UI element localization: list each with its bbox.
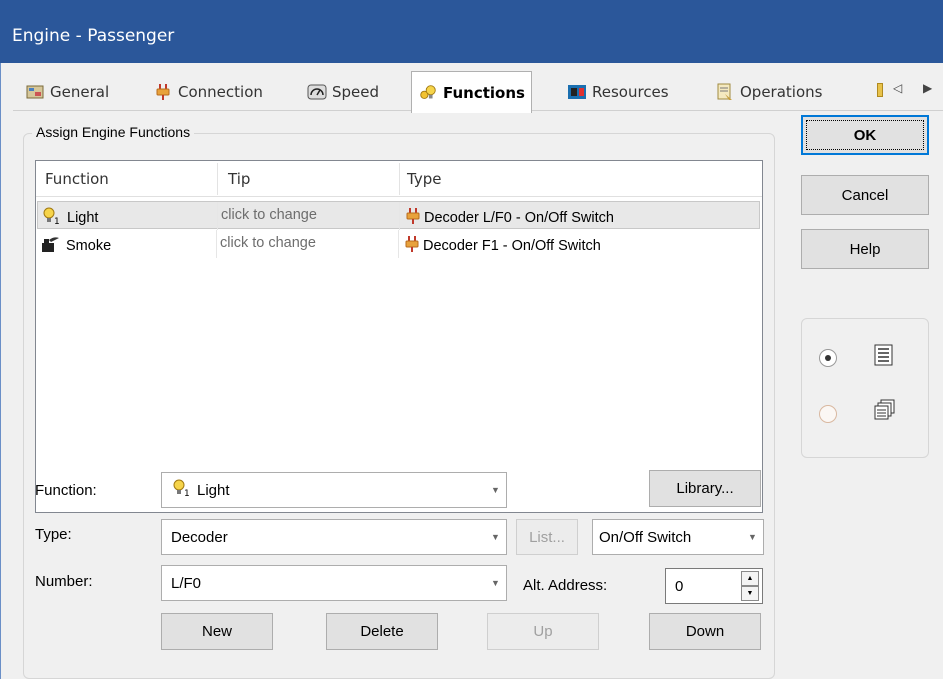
functions-list[interactable]: Function Tip Type 1 Light click to chang… bbox=[35, 160, 763, 513]
function-combobox-value: 1 Light bbox=[162, 479, 484, 501]
tab-scroll-right-icon[interactable]: ▶ bbox=[923, 81, 932, 95]
chevron-down-icon[interactable]: ▼ bbox=[484, 566, 506, 600]
view-detail-radio[interactable] bbox=[819, 405, 837, 423]
tab-speed[interactable]: Speed bbox=[307, 74, 379, 110]
spin-up-icon[interactable]: ▲ bbox=[741, 571, 759, 586]
list-header: Function Tip Type bbox=[36, 161, 762, 197]
type-cell: Decoder F1 - On/Off Switch bbox=[405, 235, 601, 257]
tab-scroll-left-icon[interactable]: ◁ bbox=[893, 81, 902, 95]
group-legend: Assign Engine Functions bbox=[32, 124, 195, 140]
function-cell: 1 Light bbox=[41, 207, 98, 229]
number-combobox[interactable]: L/F0 ▼ bbox=[161, 565, 507, 601]
cell-divider bbox=[398, 230, 399, 258]
light-bulb-icon: 1 bbox=[171, 479, 193, 501]
window-title: Engine - Passenger bbox=[12, 26, 175, 46]
type-combobox[interactable]: Decoder ▼ bbox=[161, 519, 507, 555]
plug-icon bbox=[405, 235, 419, 257]
column-header-tip[interactable]: Tip bbox=[228, 170, 250, 188]
speedometer-icon bbox=[307, 82, 327, 102]
tab-general[interactable]: General bbox=[25, 74, 109, 110]
up-button[interactable]: Up bbox=[487, 613, 599, 650]
cell-divider bbox=[217, 202, 218, 230]
plug-icon bbox=[406, 207, 420, 229]
cell-divider bbox=[399, 202, 400, 230]
type-combobox-value: Decoder bbox=[171, 528, 228, 546]
view-list-radio[interactable] bbox=[819, 349, 837, 367]
tip-cell[interactable]: click to change bbox=[220, 235, 316, 251]
new-button[interactable]: New bbox=[161, 613, 273, 650]
switch-mode-combobox[interactable]: On/Off Switch ▼ bbox=[592, 519, 764, 555]
partial-tab-icon bbox=[877, 83, 883, 97]
light-bulb-icon: 1 bbox=[41, 207, 63, 229]
list-item[interactable]: 1 Light click to change Decoder L/F0 - O… bbox=[37, 201, 760, 230]
smokestack-icon bbox=[40, 235, 62, 257]
list-view-icon bbox=[874, 344, 894, 370]
chevron-down-icon[interactable]: ▼ bbox=[741, 520, 763, 554]
number-combobox-value: L/F0 bbox=[171, 574, 202, 592]
dialog-window: General Connection Speed Functions Resou… bbox=[0, 63, 943, 679]
tab-strip: General Connection Speed Functions Resou… bbox=[13, 71, 943, 113]
svg-text:1: 1 bbox=[184, 489, 190, 497]
lightbulb-icon bbox=[418, 83, 438, 103]
column-header-function[interactable]: Function bbox=[45, 170, 109, 188]
spinner-arrows: ▲ ▼ bbox=[741, 571, 759, 601]
type-cell: Decoder L/F0 - On/Off Switch bbox=[406, 207, 614, 229]
tab-operations[interactable]: Operations bbox=[715, 74, 822, 110]
view-mode-panel bbox=[801, 318, 929, 458]
operations-icon bbox=[715, 82, 735, 102]
type-label: Type: bbox=[35, 526, 72, 543]
alt-address-spinner[interactable]: 0 ▲ ▼ bbox=[665, 568, 763, 604]
tab-label: Resources bbox=[592, 83, 669, 101]
window-title-bar: Engine - Passenger bbox=[0, 0, 943, 63]
column-divider[interactable] bbox=[399, 163, 400, 195]
cascade-view-icon bbox=[874, 399, 896, 425]
tab-label: Operations bbox=[740, 83, 823, 101]
number-label: Number: bbox=[35, 573, 93, 590]
general-icon bbox=[25, 82, 45, 102]
function-cell: Smoke bbox=[40, 235, 111, 257]
ok-button[interactable]: OK bbox=[801, 115, 929, 155]
tab-functions[interactable]: Functions bbox=[411, 71, 532, 113]
help-button[interactable]: Help bbox=[801, 229, 929, 269]
library-button[interactable]: Library... bbox=[649, 470, 761, 507]
cancel-button[interactable]: Cancel bbox=[801, 175, 929, 215]
list-item[interactable]: Smoke click to change Decoder F1 - On/Of… bbox=[37, 230, 760, 258]
list-button[interactable]: List... bbox=[516, 519, 578, 555]
tip-cell[interactable]: click to change bbox=[221, 207, 317, 223]
column-divider[interactable] bbox=[217, 163, 218, 195]
plug-icon bbox=[153, 82, 173, 102]
switch-mode-value: On/Off Switch bbox=[599, 528, 692, 546]
function-label: Function: bbox=[35, 482, 97, 499]
column-header-type[interactable]: Type bbox=[407, 170, 441, 188]
tab-connection[interactable]: Connection bbox=[153, 74, 263, 110]
spin-down-icon[interactable]: ▼ bbox=[741, 586, 759, 601]
function-combobox[interactable]: 1 Light ▼ bbox=[161, 472, 507, 508]
delete-button[interactable]: Delete bbox=[326, 613, 438, 650]
tab-label: General bbox=[50, 83, 110, 101]
alt-address-value[interactable]: 0 bbox=[666, 578, 741, 595]
tab-resources[interactable]: Resources bbox=[567, 74, 669, 110]
down-button[interactable]: Down bbox=[649, 613, 761, 650]
chevron-down-icon[interactable]: ▼ bbox=[484, 520, 506, 554]
tab-label: Connection bbox=[178, 83, 263, 101]
cell-divider bbox=[216, 230, 217, 258]
chevron-down-icon[interactable]: ▼ bbox=[484, 473, 506, 507]
tab-label: Functions bbox=[443, 83, 525, 102]
focus-rect bbox=[806, 120, 924, 150]
resources-icon bbox=[567, 82, 587, 102]
alt-address-label: Alt. Address: bbox=[523, 577, 608, 594]
tab-label: Speed bbox=[332, 83, 380, 101]
svg-text:1: 1 bbox=[54, 217, 60, 225]
